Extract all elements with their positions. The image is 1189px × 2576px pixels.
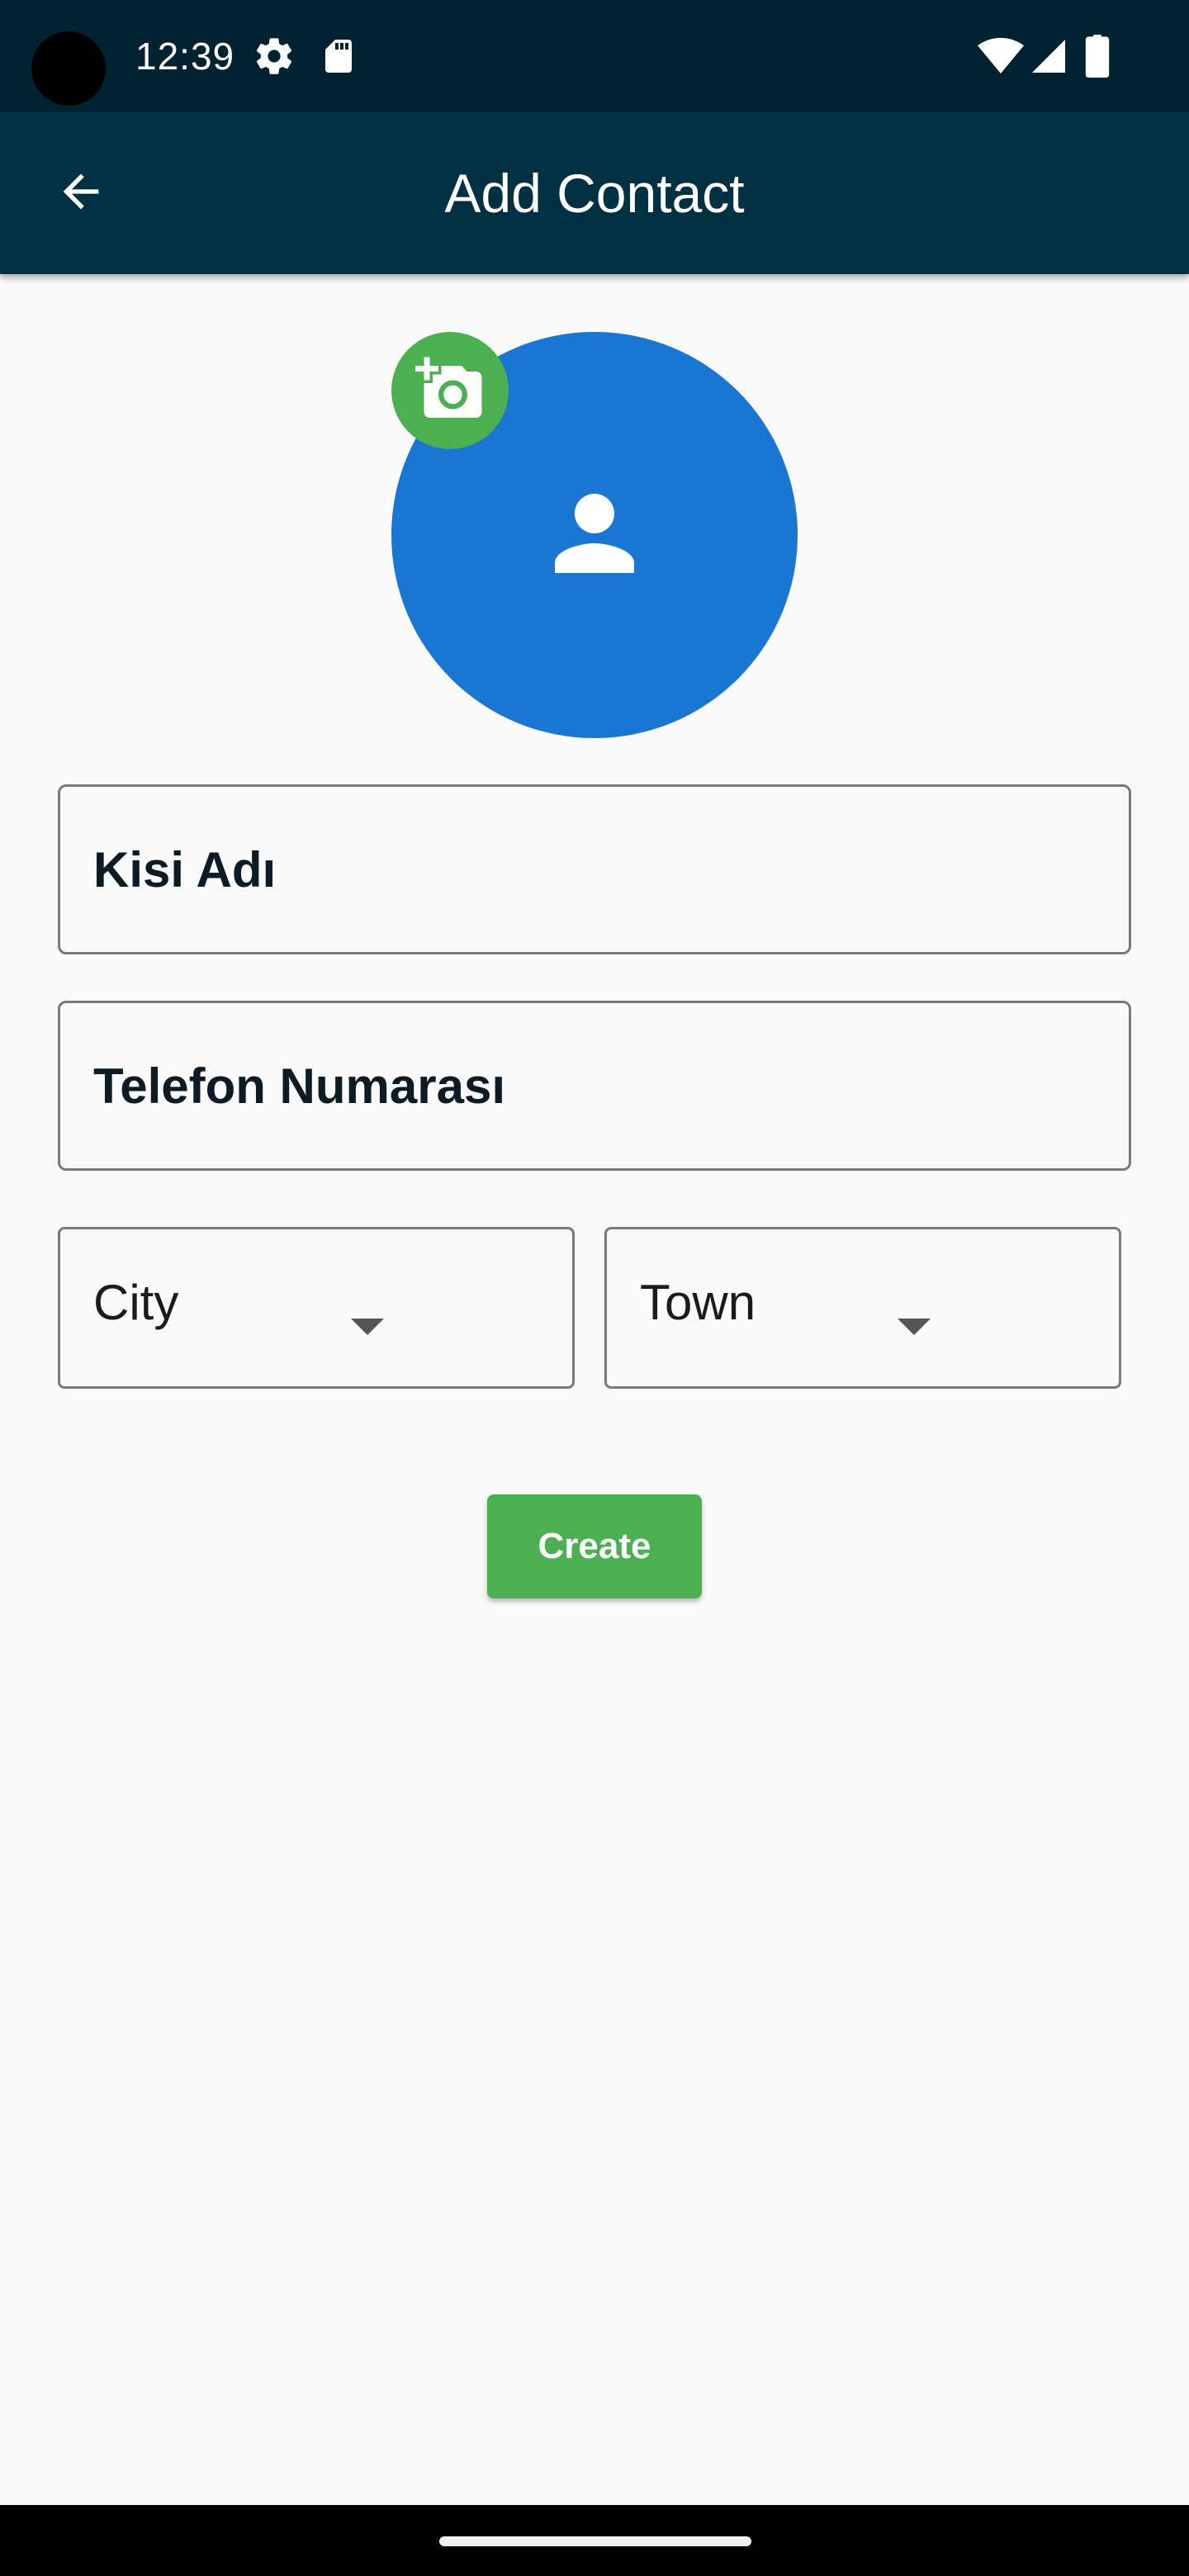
add-photo-button[interactable] [391,332,509,449]
back-button[interactable] [33,152,129,234]
battery-icon [1085,35,1110,82]
navigation-bar [0,2505,1189,2576]
contact-name-input[interactable] [60,787,1129,952]
chevron-down-icon [898,1319,931,1335]
status-time: 12:39 [135,35,235,78]
sd-card-icon [319,36,358,80]
cell-signal-icon [1029,36,1068,80]
city-dropdown-label: City [93,1275,179,1330]
phone-number-input[interactable] [60,1003,1129,1168]
home-indicator[interactable] [439,2536,751,2546]
phone-number-field [58,1001,1131,1171]
status-bar: 12:39 [0,0,1189,112]
app-bar: Add Contact [0,112,1189,274]
person-icon [535,474,654,597]
town-dropdown[interactable]: Town [604,1227,1121,1389]
wifi-icon [978,36,1024,80]
arrow-left-icon [54,165,107,222]
add-a-photo-icon [415,354,485,428]
page-title: Add Contact [444,163,745,224]
town-dropdown-label: Town [640,1275,756,1330]
contact-name-field [58,784,1131,954]
chevron-down-icon [351,1319,384,1335]
camera-cutout [31,31,106,106]
create-button[interactable]: Create [487,1494,702,1598]
settings-gear-icon [253,35,296,82]
city-dropdown[interactable]: City [58,1227,575,1389]
